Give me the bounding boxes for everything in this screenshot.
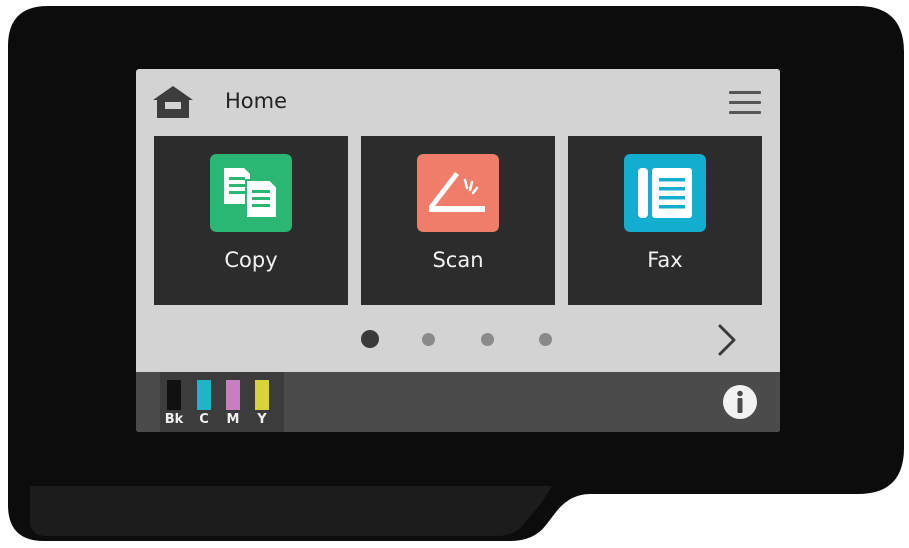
ink-label-cyan: C	[199, 412, 209, 427]
ink-label-magenta: M	[226, 412, 240, 427]
ink-level-magenta	[226, 380, 240, 410]
ink-label-black: Bk	[164, 412, 184, 427]
scan-icon	[417, 154, 499, 232]
touch-screen: Home Copy Scan Fax Bk C M Y	[136, 69, 780, 432]
chevron-right-icon[interactable]	[712, 323, 740, 357]
printer-control-panel: Home Copy Scan Fax Bk C M Y	[0, 0, 909, 548]
hamburger-menu-icon[interactable]	[726, 87, 764, 117]
fax-icon	[624, 154, 706, 232]
header-bar: Home	[136, 69, 780, 133]
page-dot-1-active[interactable]	[361, 330, 379, 348]
page-title: Home	[225, 89, 288, 113]
info-icon[interactable]	[722, 384, 758, 420]
ink-level-yellow	[255, 380, 269, 410]
ink-label-yellow: Y	[257, 412, 267, 427]
copy-tile[interactable]: Copy	[154, 136, 348, 305]
ink-levels-widget[interactable]: Bk C M Y	[160, 372, 284, 432]
copy-label: Copy	[224, 248, 278, 272]
scan-label: Scan	[432, 248, 484, 272]
ink-level-cyan	[197, 380, 211, 410]
page-dot-4[interactable]	[539, 333, 552, 346]
home-icon[interactable]	[151, 84, 195, 120]
status-bar: Bk C M Y	[136, 372, 780, 432]
page-indicator	[136, 327, 780, 351]
ink-level-black	[167, 380, 181, 410]
copy-icon	[210, 154, 292, 232]
fax-label: Fax	[647, 248, 683, 272]
scan-tile[interactable]: Scan	[361, 136, 555, 305]
fax-tile[interactable]: Fax	[568, 136, 762, 305]
page-dot-2[interactable]	[422, 333, 435, 346]
page-dot-3[interactable]	[481, 333, 494, 346]
